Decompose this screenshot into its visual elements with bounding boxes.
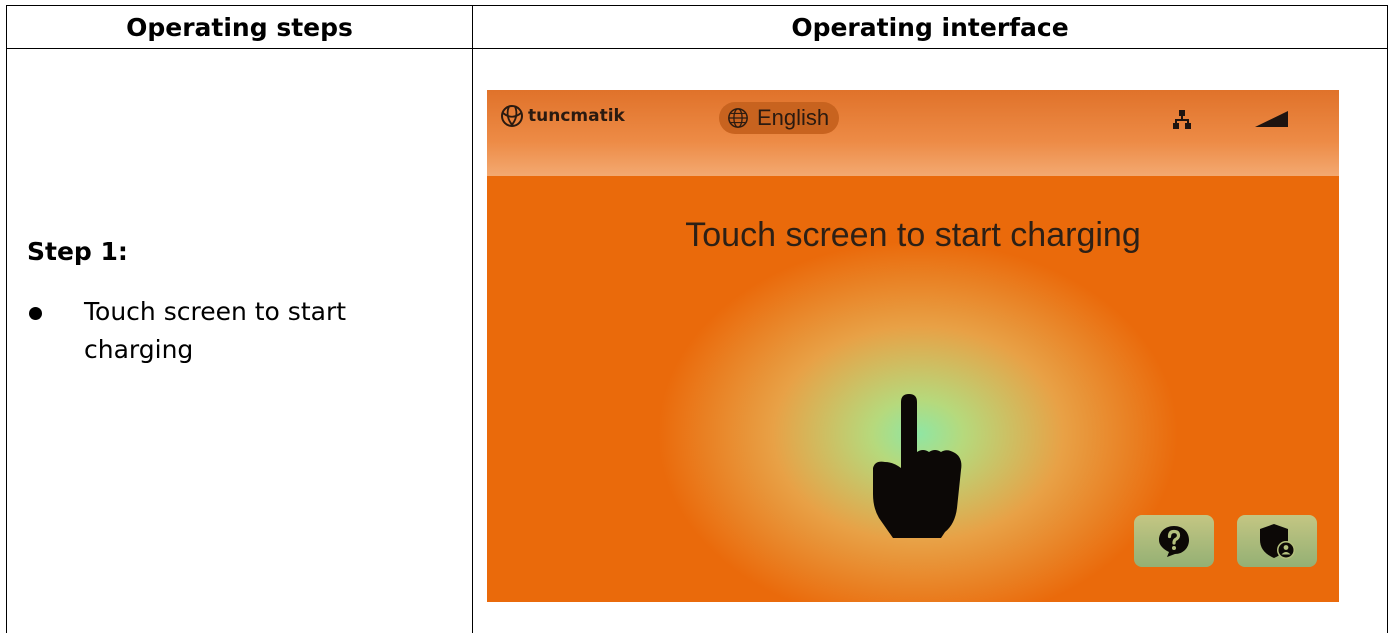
globe-icon [501,105,523,127]
step-title: Step 1: [27,237,128,266]
bullet-icon [29,307,42,320]
shield-user-icon [1260,524,1295,559]
admin-button[interactable] [1237,515,1317,567]
steps-cell: Step 1: Touch screen to start charging [6,48,473,633]
help-button[interactable] [1134,515,1214,567]
interface-cell: tuncmatik English Touch screen to start … [472,48,1388,633]
signal-icon [1255,111,1288,127]
brand-logo: tuncmatik [500,104,625,128]
pointing-hand-icon [873,394,962,538]
touch-prompt: Touch screen to start charging [685,216,1141,254]
interface-column-header: Operating interface [472,5,1388,49]
instructions-table: Operating steps Operating interface Step… [6,5,1388,633]
language-label: English [757,105,830,130]
steps-column-header: Operating steps [6,5,473,49]
step-bullet-text: Touch screen to start charging [84,297,347,364]
globe-icon [728,108,748,128]
charger-screen[interactable]: tuncmatik English Touch screen to start … [487,90,1339,602]
question-icon [1159,526,1189,557]
step-bullet: Touch screen to start charging [27,293,384,369]
brand-name: tuncmatik [528,106,625,126]
language-selector[interactable]: English [719,102,840,134]
network-icon [1173,110,1191,129]
status-bar: tuncmatik English [487,90,1339,176]
